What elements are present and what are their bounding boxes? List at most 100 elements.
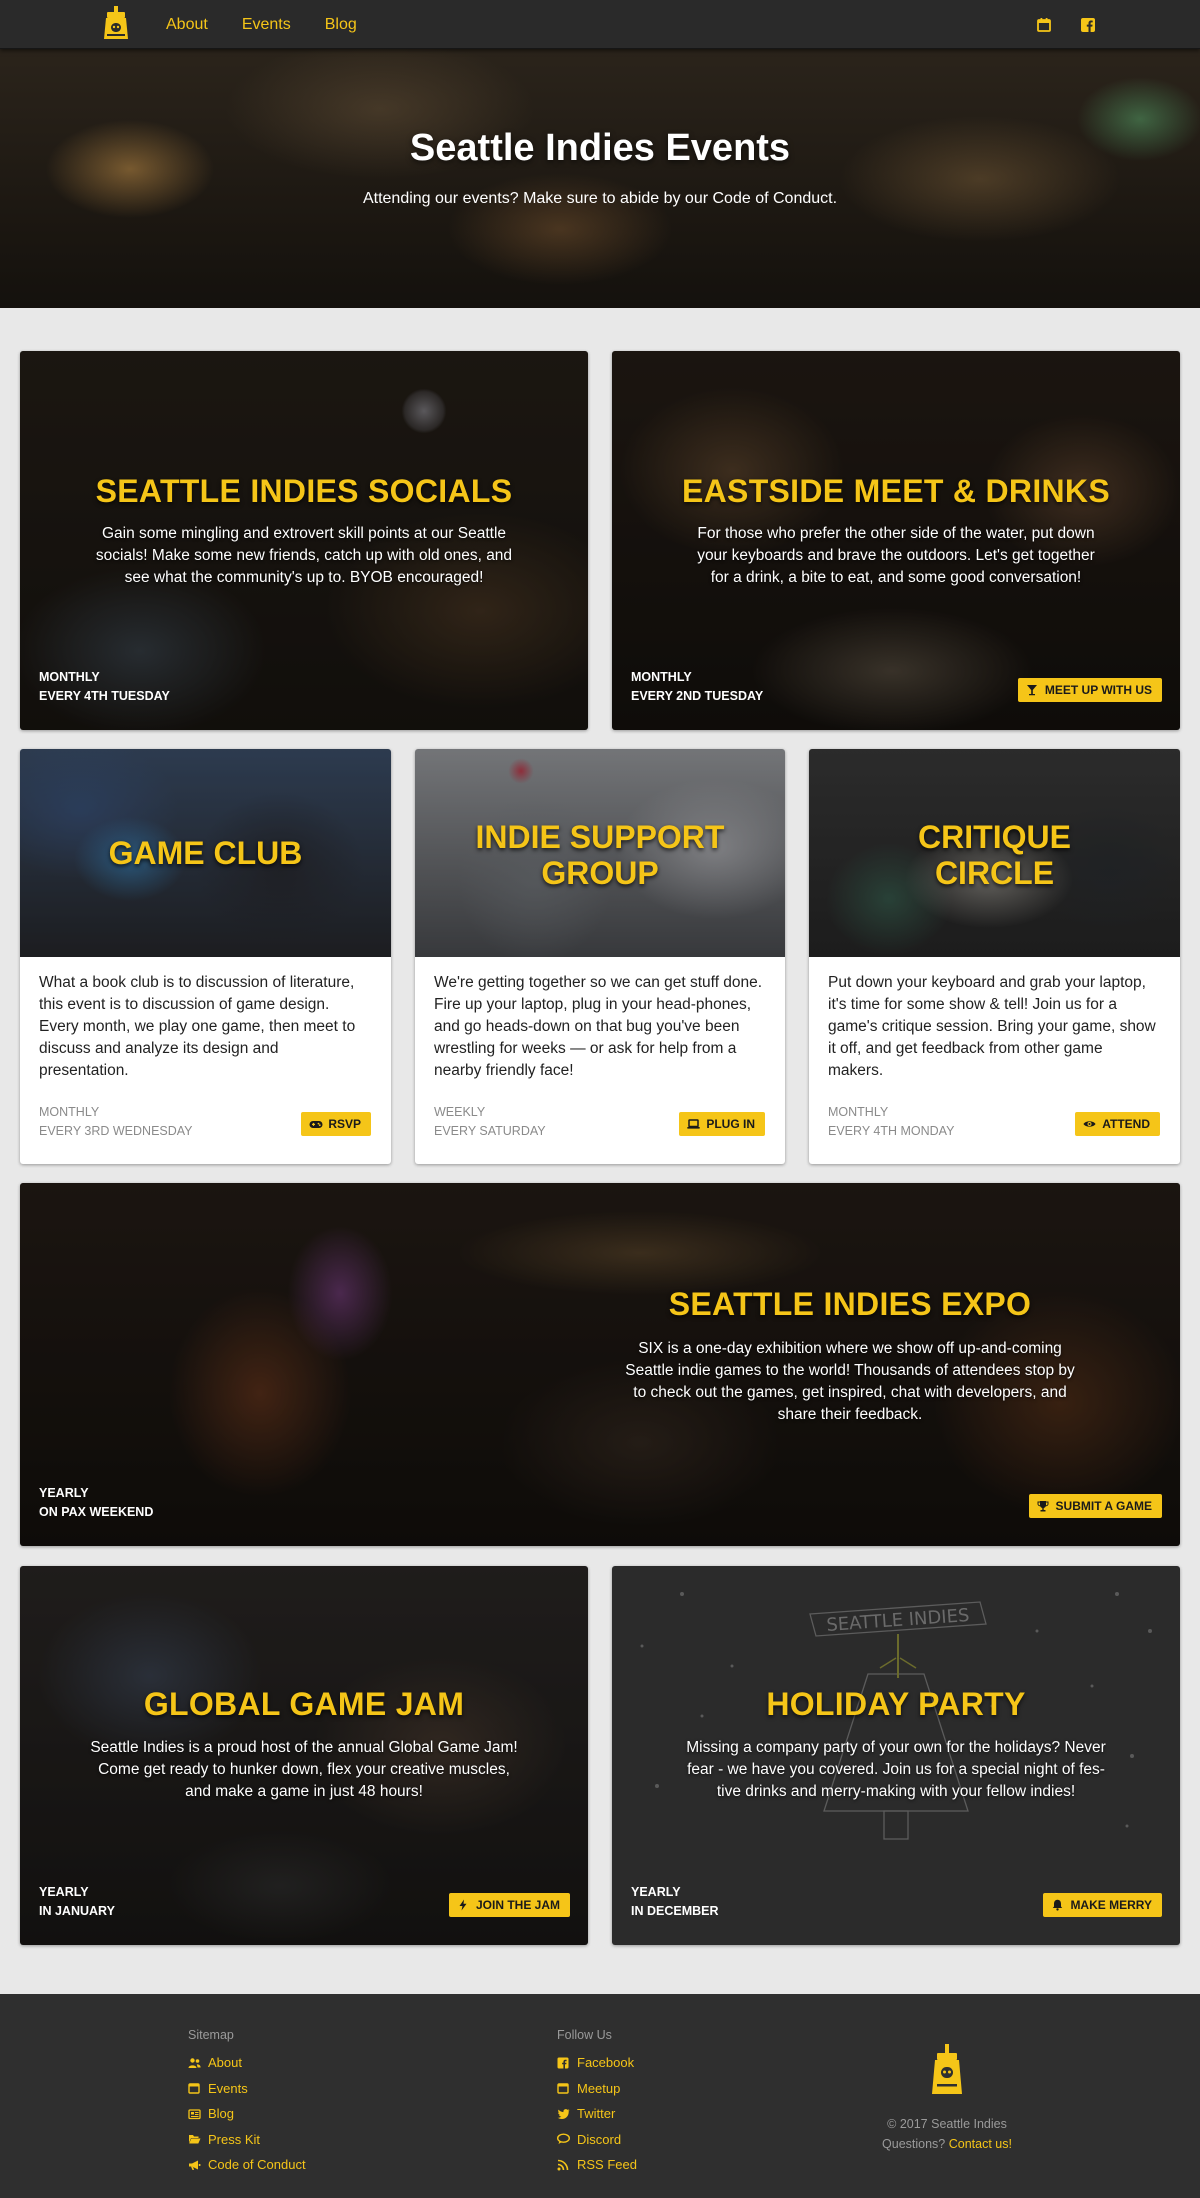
game-jam-title: GLOBAL GAME JAM xyxy=(143,1686,465,1722)
critique-circle-when: EVERY 4TH MONDAY xyxy=(828,1124,955,1138)
footer-link-rss[interactable]: RSS Feed xyxy=(557,2152,637,2178)
critique-circle-description: Put down your keyboard and grab your lap… xyxy=(828,974,1156,1079)
indie-support-frequency: WEEKLY xyxy=(434,1105,486,1119)
footer-copyright: © 2017 Seattle Indies xyxy=(887,2117,1007,2131)
holiday-party-title: HOLIDAY PARTY xyxy=(766,1686,1026,1722)
indie-support-title-line: INDIE SUPPORT xyxy=(475,819,725,855)
footer-brand: © 2017 Seattle Indies Questions? Contact… xyxy=(860,2042,1034,2154)
footer-link-facebook[interactable]: Facebook xyxy=(557,2050,637,2076)
event-card-socials: SEATTLE INDIES SOCIALS Gain some minglin… xyxy=(20,351,588,730)
critique-circle-photo: CRITIQUE CIRCLE xyxy=(809,749,1180,957)
game-jam-desc-line: Come get ready to hunker down, flex your… xyxy=(98,1761,510,1778)
footer-follow-title: Follow Us xyxy=(557,2028,612,2042)
attend-button[interactable]: ATTEND xyxy=(1075,1112,1160,1136)
eastside-description: For those who prefer the other side of t… xyxy=(612,523,1180,589)
holiday-desc-line: fear - we have you covered. Join us for … xyxy=(687,1761,1105,1778)
facebook-icon[interactable] xyxy=(1080,17,1096,33)
top-navbar: About Events Blog xyxy=(0,0,1200,49)
event-card-indie-support: INDIE SUPPORT GROUP We're getting togeth… xyxy=(415,749,785,1164)
submit-a-game-button[interactable]: SUBMIT A GAME xyxy=(1028,1494,1162,1518)
critique-circle-schedule: MONTHLY EVERY 4TH MONDAY xyxy=(828,1103,954,1141)
critique-circle-title-line: CRITIQUE xyxy=(918,819,1071,855)
eastside-frequency: MONTHLY xyxy=(631,670,692,684)
plug-in-button[interactable]: PLUG IN xyxy=(679,1112,765,1136)
game-club-when: EVERY 3RD WEDNESDAY xyxy=(39,1124,193,1138)
rsvp-label: RSVP xyxy=(328,1117,361,1131)
bell-icon xyxy=(1051,1899,1063,1911)
footer-link-blog-label: Blog xyxy=(208,2106,235,2122)
twitter-icon xyxy=(557,2108,570,2120)
footer-link-blog[interactable]: Blog xyxy=(188,2101,306,2127)
newspaper-icon xyxy=(188,2108,201,2120)
expo-title: SEATTLE INDIES EXPO xyxy=(668,1286,1032,1322)
eastside-desc-line: your keyboards and brave the outdoors. L… xyxy=(697,547,1095,564)
facebook-icon xyxy=(557,2057,569,2069)
footer-contact-link[interactable]: Contact us! xyxy=(949,2137,1012,2151)
expo-description: SIX is a one-day exhibition where we sho… xyxy=(580,1338,1120,1426)
game-jam-frequency: YEARLY xyxy=(39,1885,89,1899)
footer-link-meetup[interactable]: Meetup xyxy=(557,2076,637,2102)
nav-link-about[interactable]: About xyxy=(166,16,208,34)
nav-link-blog[interactable]: Blog xyxy=(325,16,357,34)
socials-desc-line: see what the community's up to. BYOB enc… xyxy=(124,569,484,586)
indie-support-title-line: GROUP xyxy=(541,855,659,891)
users-icon xyxy=(188,2057,201,2069)
footer-sitemap: Sitemap About Events Blog Press Kit Code… xyxy=(188,2028,306,2178)
indie-support-schedule: WEEKLY EVERY SATURDAY xyxy=(434,1103,546,1141)
game-jam-desc-line: Seattle Indies is a proud host of the an… xyxy=(90,1739,518,1756)
join-the-jam-button[interactable]: JOIN THE JAM xyxy=(448,1893,570,1917)
footer-link-discord[interactable]: Discord xyxy=(556,2127,637,2153)
critique-circle-title-line: CIRCLE xyxy=(934,855,1055,891)
footer-link-twitter-label: Twitter xyxy=(577,2106,616,2122)
calendar-icon[interactable] xyxy=(1036,17,1052,33)
attend-label: ATTEND xyxy=(1102,1117,1150,1131)
game-club-photo: GAME CLUB xyxy=(20,749,391,957)
eastside-desc-line: For those who prefer the other side of t… xyxy=(697,525,1095,542)
game-jam-description: Seattle Indies is a proud host of the an… xyxy=(20,1737,588,1803)
indie-support-description: We're getting together so we can get stu… xyxy=(434,974,763,1079)
footer-link-code-of-conduct[interactable]: Code of Conduct xyxy=(188,2152,306,2178)
critique-circle-frequency: MONTHLY xyxy=(828,1105,889,1119)
expo-desc-line: SIX is a one-day exhibition where we sho… xyxy=(638,1340,1062,1357)
holiday-sign-text: SEATTLE INDIES xyxy=(826,1605,970,1636)
eastside-when: EVERY 2ND TUESDAY xyxy=(631,689,764,703)
socials-when: EVERY 4TH TUESDAY xyxy=(39,689,170,703)
footer-link-events[interactable]: Events xyxy=(188,2076,306,2102)
submit-a-game-label: SUBMIT A GAME xyxy=(1055,1499,1152,1513)
calendar-icon xyxy=(557,2082,569,2094)
event-card-critique-circle: CRITIQUE CIRCLE Put down your keyboard a… xyxy=(809,749,1180,1164)
meet-up-with-us-button[interactable]: MEET UP WITH US xyxy=(1017,678,1162,702)
rsvp-button[interactable]: RSVP xyxy=(301,1112,371,1136)
nav-link-events[interactable]: Events xyxy=(242,16,291,34)
footer-questions: Questions? Contact us! xyxy=(860,2134,1034,2154)
game-club-description: What a book club is to discussion of lit… xyxy=(39,974,356,1079)
holiday-party-schedule: YEARLY IN DECEMBER xyxy=(631,1883,719,1921)
game-club-title: GAME CLUB xyxy=(108,835,303,871)
folder-open-icon xyxy=(188,2133,201,2145)
critique-circle-title: CRITIQUE CIRCLE xyxy=(809,819,1180,891)
socials-title: SEATTLE INDIES SOCIALS xyxy=(95,473,513,509)
footer-sitemap-title: Sitemap xyxy=(188,2028,234,2042)
site-footer: Sitemap About Events Blog Press Kit Code… xyxy=(0,1994,1200,2198)
plug-in-label: PLUG IN xyxy=(706,1117,755,1131)
eastside-desc-line: for a drink, a bite to eat, and some goo… xyxy=(710,569,1082,586)
make-merry-button[interactable]: MAKE MERRY xyxy=(1043,1893,1162,1917)
footer-link-press-kit[interactable]: Press Kit xyxy=(188,2127,306,2153)
game-jam-desc-line: and make a game in just 48 hours! xyxy=(185,1783,423,1800)
bolt-icon xyxy=(457,1899,469,1911)
seattle-indies-logo[interactable] xyxy=(101,5,131,43)
footer-link-facebook-label: Facebook xyxy=(577,2055,635,2071)
chat-icon xyxy=(556,2133,571,2145)
footer-link-twitter[interactable]: Twitter xyxy=(557,2101,637,2127)
footer-link-about[interactable]: About xyxy=(188,2050,306,2076)
footer-link-rss-label: RSS Feed xyxy=(577,2157,637,2173)
footer-link-events-label: Events xyxy=(208,2080,248,2096)
laptop-icon xyxy=(687,1118,701,1130)
expo-frequency: YEARLY xyxy=(39,1486,89,1500)
trophy-icon xyxy=(1037,1500,1049,1512)
holiday-party-when: IN DECEMBER xyxy=(631,1904,719,1918)
footer-link-code-of-conduct-label: Code of Conduct xyxy=(208,2157,306,2173)
holiday-desc-line: tive drinks and merry-making with your f… xyxy=(716,1783,1076,1800)
holiday-party-frequency: YEARLY xyxy=(631,1885,681,1899)
eastside-title: EASTSIDE MEET & DRINKS xyxy=(682,473,1110,509)
